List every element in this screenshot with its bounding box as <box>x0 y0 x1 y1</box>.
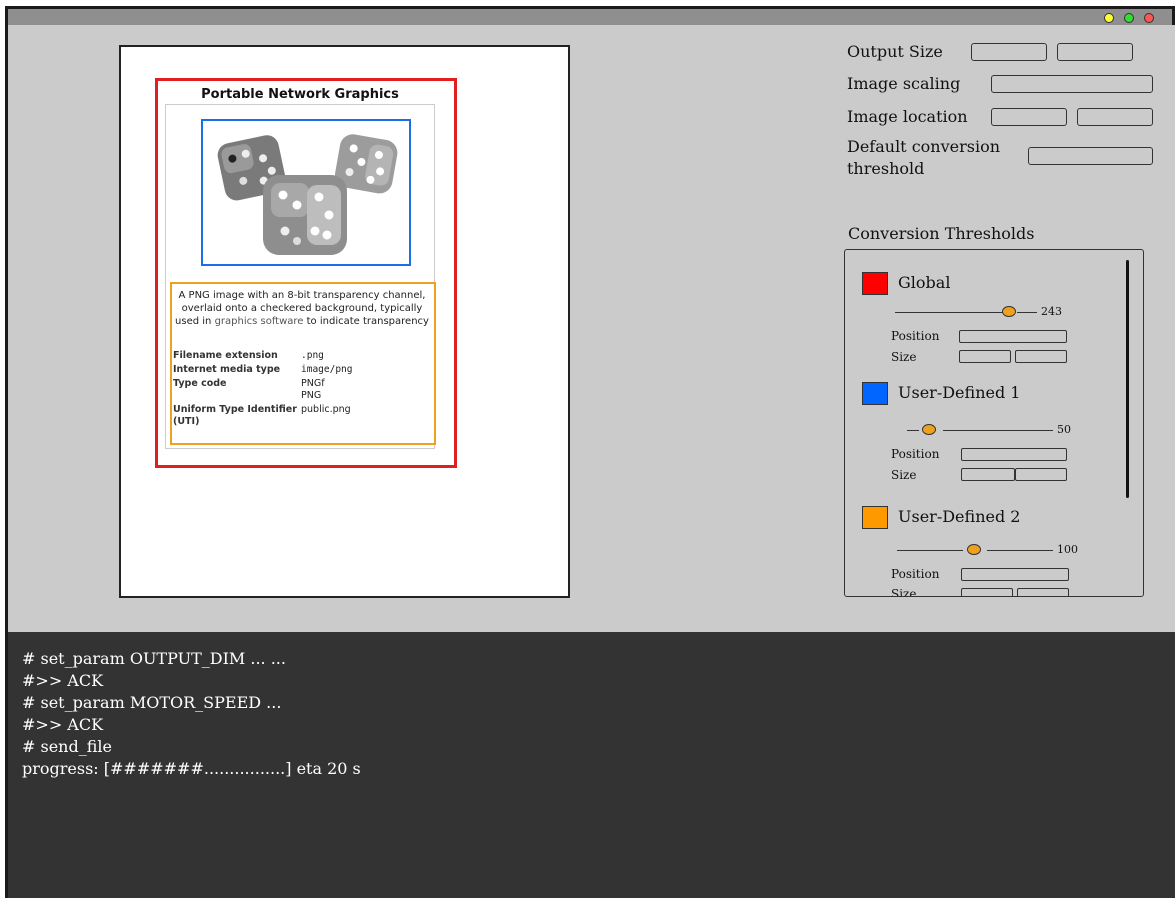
user-defined-1-region[interactable] <box>201 119 411 266</box>
table-row: Uniform Type Identifier (UTI) public.png <box>173 403 431 429</box>
table-value: public.png <box>301 404 351 415</box>
user1-color-swatch[interactable] <box>862 382 888 405</box>
user2-slider-knob[interactable] <box>967 544 981 555</box>
image-location-label: Image location <box>847 107 968 126</box>
console-line: # set_param OUTPUT_DIM ... ... <box>22 649 286 668</box>
user1-slider-track[interactable] <box>943 430 1053 431</box>
table-value: .png <box>301 350 324 361</box>
infobox-title: Portable Network Graphics <box>201 87 399 102</box>
default-threshold-label: Default conversion threshold <box>847 137 1001 178</box>
global-color-swatch[interactable] <box>862 272 888 295</box>
global-slider-track[interactable] <box>1017 312 1037 313</box>
maximize-button[interactable] <box>1124 13 1134 23</box>
infobox-caption: A PNG image with an 8-bit transparency c… <box>173 289 431 328</box>
table-row: Internet media type image/png <box>173 363 431 377</box>
graphics-software-link[interactable]: graphics software <box>215 316 304 327</box>
close-button[interactable] <box>1144 13 1154 23</box>
global-size-h-field[interactable] <box>1015 350 1067 363</box>
user1-slider-track[interactable] <box>907 430 919 431</box>
caption-text-end: to indicate transparency <box>303 316 429 327</box>
progress-line: progress: [#######................] eta … <box>22 759 361 778</box>
image-scaling-field[interactable] <box>991 75 1153 93</box>
minimize-button[interactable] <box>1104 13 1114 23</box>
type-code-value-2: PNG <box>301 390 322 401</box>
user2-color-swatch[interactable] <box>862 506 888 529</box>
infobox-table: Filename extension .png Internet media t… <box>173 349 431 429</box>
console-line: # send_file <box>22 737 112 756</box>
user2-position-label: Position <box>891 567 940 581</box>
user2-position-field[interactable] <box>961 568 1069 581</box>
table-key: Filename extension <box>173 350 278 361</box>
output-size-label: Output Size <box>847 42 943 61</box>
image-location-x-field[interactable] <box>991 108 1067 126</box>
console-line: #>> ACK <box>22 715 104 734</box>
table-key: Internet media type <box>173 364 281 375</box>
thresholds-list[interactable]: Global 243 Position Size User-Defined 1 … <box>844 249 1144 597</box>
type-code-value: PNGf <box>301 378 325 389</box>
thresholds-heading: Conversion Thresholds <box>848 224 1035 243</box>
preview-pane: Portable Network Graphics A PNG image wi… <box>5 25 808 635</box>
table-key: Type code <box>173 378 227 389</box>
table-row: Filename extension .png <box>173 349 431 363</box>
table-key: Uniform Type Identifier (UTI) <box>173 404 297 427</box>
default-threshold-field[interactable] <box>1028 147 1153 165</box>
console-line: # set_param MOTOR_SPEED ... <box>22 693 282 712</box>
user2-size-w-field[interactable] <box>961 588 1013 596</box>
console-line: #>> ACK <box>22 671 104 690</box>
settings-pane: Output Size Image scaling Image location… <box>805 25 1175 635</box>
global-size-label: Size <box>891 350 917 364</box>
user1-position-label: Position <box>891 447 940 461</box>
user1-size-h-field[interactable] <box>1015 468 1067 481</box>
table-value: PNGf PNG <box>301 377 431 403</box>
user2-threshold-value: 100 <box>1057 543 1078 556</box>
output-width-field[interactable] <box>971 43 1047 61</box>
table-value: image/png <box>301 364 353 375</box>
global-threshold-name: Global <box>898 273 951 292</box>
output-height-field[interactable] <box>1057 43 1133 61</box>
user2-threshold-name: User-Defined 2 <box>898 507 1021 526</box>
global-position-field[interactable] <box>959 330 1067 343</box>
user2-size-label: Size <box>891 587 917 597</box>
user1-threshold-value: 50 <box>1057 423 1071 436</box>
user1-threshold-name: User-Defined 1 <box>898 383 1021 402</box>
page-preview: Portable Network Graphics A PNG image wi… <box>119 45 570 598</box>
global-slider-knob[interactable] <box>1002 306 1016 317</box>
image-location-y-field[interactable] <box>1077 108 1153 126</box>
thresholds-scrollbar[interactable] <box>1126 260 1129 498</box>
console-output: # set_param OUTPUT_DIM ... ... #>> ACK #… <box>5 632 1175 898</box>
user1-size-w-field[interactable] <box>961 468 1015 481</box>
user2-size-h-field[interactable] <box>1017 588 1069 596</box>
global-size-w-field[interactable] <box>959 350 1011 363</box>
user2-slider-track[interactable] <box>897 550 963 551</box>
user1-position-field[interactable] <box>961 448 1067 461</box>
user1-slider-knob[interactable] <box>922 424 936 435</box>
image-scaling-label: Image scaling <box>847 74 961 93</box>
global-threshold-value: 243 <box>1041 305 1062 318</box>
table-row: Type code PNGf PNG <box>173 377 431 403</box>
global-position-label: Position <box>891 329 940 343</box>
global-slider-track[interactable] <box>895 312 1003 313</box>
user2-slider-track[interactable] <box>987 550 1053 551</box>
user1-size-label: Size <box>891 468 917 482</box>
